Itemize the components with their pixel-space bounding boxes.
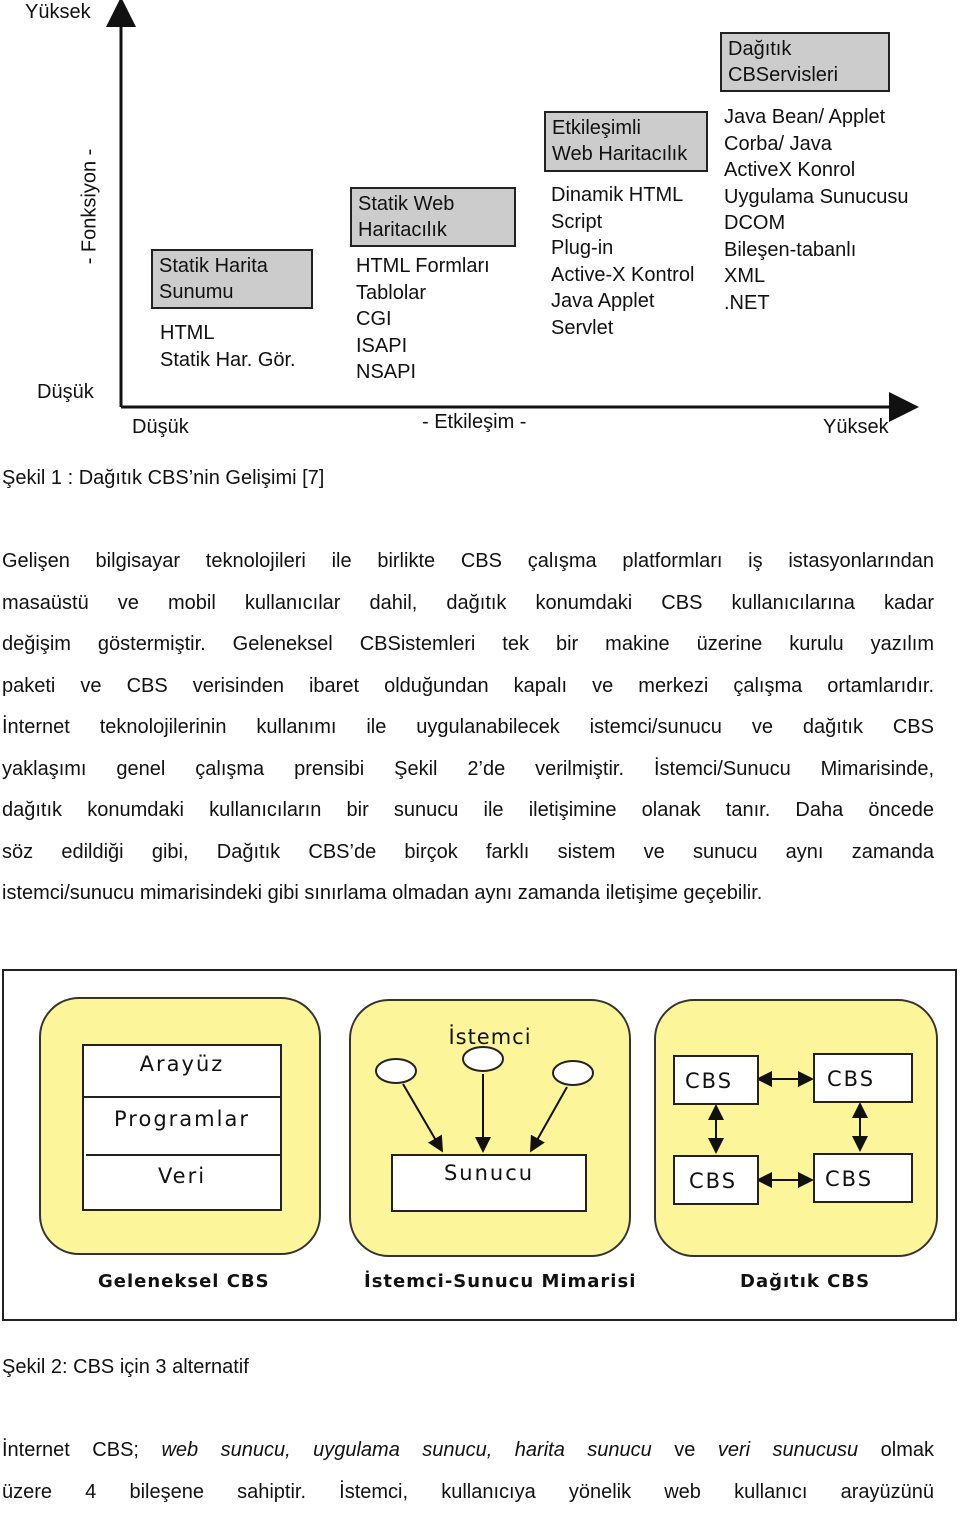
stage-item: Servlet bbox=[551, 315, 694, 342]
stage-item: Java Bean/ Applet bbox=[724, 104, 909, 131]
stage-box-static-web: Statik Web Haritacılık bbox=[350, 187, 516, 247]
panel-label-client-server: İstemci-Sunucu Mimarisi bbox=[364, 1271, 636, 1292]
stage-item: Corba/ Java bbox=[724, 131, 909, 158]
server-label: Sunucu bbox=[444, 1161, 534, 1185]
stage-item: CGI bbox=[356, 306, 490, 333]
stage-item: NSAPI bbox=[356, 359, 490, 386]
client-server-arrows bbox=[349, 999, 631, 1257]
panel-client-server: İstemci Sunucu bbox=[349, 999, 631, 1257]
stage-items-static-map: HTML Statik Har. Gör. bbox=[160, 320, 296, 373]
paragraph-line: paketi ve CBS verisinden ibaret olduğund… bbox=[2, 666, 934, 708]
stage-title-line: Sunumu bbox=[159, 279, 305, 305]
stage-title-line: Haritacılık bbox=[358, 217, 508, 243]
figure-1-caption: Şekil 1 : Dağıtık CBS’nin Gelişimi [7] bbox=[2, 467, 324, 490]
stage-item: Tablolar bbox=[356, 280, 490, 307]
layer-divider bbox=[84, 1096, 280, 1098]
text-run: olmak bbox=[858, 1439, 934, 1461]
stage-title-line: Statik Harita bbox=[159, 253, 305, 279]
stage-title-line: CBServisleri bbox=[728, 62, 882, 88]
layer-stack: Arayüz Programlar Veri bbox=[82, 1044, 282, 1211]
y-axis-high-label: Yüksek bbox=[25, 1, 91, 24]
x-axis-low-label: Düşük bbox=[132, 416, 189, 439]
stage-item: Statik Har. Gör. bbox=[160, 347, 296, 374]
italic-run: web sunucu, uygulama sunucu, harita sunu… bbox=[161, 1439, 651, 1461]
stage-item: Dinamik HTML bbox=[551, 182, 694, 209]
stage-item: DCOM bbox=[724, 210, 909, 237]
stage-item: Uygulama Sunucusu bbox=[724, 184, 909, 211]
stage-item: Plug-in bbox=[551, 235, 694, 262]
paragraph-line: masaüstü ve mobil kullanıcılar dahil, da… bbox=[2, 583, 934, 625]
x-axis-title: - Etkileşim - bbox=[422, 411, 526, 434]
body-paragraph-1: Gelişen bilgisayar teknolojileri ile bir… bbox=[2, 541, 934, 915]
distributed-links bbox=[654, 999, 938, 1257]
gis-node: CBS bbox=[673, 1155, 759, 1205]
gis-node: CBS bbox=[813, 1153, 913, 1203]
client-node-icon bbox=[553, 1061, 593, 1085]
gis-node: CBS bbox=[813, 1053, 913, 1103]
stage-box-distributed-services: Dağıtık CBServisleri bbox=[720, 32, 890, 92]
stage-box-static-map: Statik Harita Sunumu bbox=[151, 249, 313, 309]
request-arrow bbox=[403, 1084, 441, 1149]
stage-items-distributed-services: Java Bean/ Applet Corba/ Java ActiveX Ko… bbox=[724, 104, 909, 316]
panel-label-traditional: Geleneksel CBS bbox=[98, 1271, 270, 1292]
paragraph-line: Gelişen bilgisayar teknolojileri ile bir… bbox=[2, 541, 934, 583]
paragraph-line: istemci/sunucu mimarisindeki gibi sınırl… bbox=[2, 873, 934, 915]
stage-item: Active-X Kontrol bbox=[551, 262, 694, 289]
stage-item: Script bbox=[551, 209, 694, 236]
stage-item: HTML bbox=[160, 320, 296, 347]
stage-item: Bileşen-tabanlı bbox=[724, 237, 909, 264]
body-paragraph-2: İnternet CBS; web sunucu, uygulama sunuc… bbox=[2, 1430, 934, 1513]
paragraph-line: dağıtık konumdaki kullanıcıların bir sun… bbox=[2, 790, 934, 832]
paragraph-line: İnternet teknolojilerinin kullanımı ile … bbox=[2, 707, 934, 749]
panel-distributed-gis: CBS CBS CBS CBS bbox=[654, 999, 938, 1257]
stage-item: ISAPI bbox=[356, 333, 490, 360]
stage-title-line: Web Haritacılık bbox=[552, 141, 700, 167]
layer-divider bbox=[86, 1154, 280, 1156]
text-run: ve bbox=[652, 1439, 718, 1461]
stage-item: .NET bbox=[724, 290, 909, 317]
figure-2-caption: Şekil 2: CBS için 3 alternatif bbox=[2, 1356, 249, 1379]
x-axis-high-label: Yüksek bbox=[823, 416, 889, 439]
stage-item: HTML Formları bbox=[356, 253, 490, 280]
figure-2-architectures: Arayüz Programlar Veri Geleneksel CBS İs… bbox=[2, 969, 957, 1321]
figure-1-evolution-diagram: Yüksek Düşük - Fonksiyon - Düşük - Etkil… bbox=[0, 0, 960, 450]
paragraph-line: değişim göstermiştir. Geleneksel CBSiste… bbox=[2, 624, 934, 666]
panel-label-distributed: Dağıtık CBS bbox=[740, 1271, 870, 1292]
stage-item: XML bbox=[724, 263, 909, 290]
stage-title-line: Statik Web bbox=[358, 191, 508, 217]
layer-data: Veri bbox=[84, 1164, 280, 1188]
paragraph-line: söz edildiği gibi, Dağıtık CBS’de birçok… bbox=[2, 832, 934, 874]
stage-items-static-web: HTML Formları Tablolar CGI ISAPI NSAPI bbox=[356, 253, 490, 386]
italic-run: veri sunucusu bbox=[718, 1439, 858, 1461]
panel-traditional-gis: Arayüz Programlar Veri bbox=[39, 997, 321, 1255]
stage-item: Java Applet bbox=[551, 288, 694, 315]
gis-node: CBS bbox=[673, 1055, 759, 1105]
stage-title-line: Dağıtık bbox=[728, 36, 882, 62]
stage-box-interactive-web: Etkileşimli Web Haritacılık bbox=[544, 111, 708, 172]
client-node-icon bbox=[463, 1047, 503, 1071]
y-axis-title: - Fonksiyon - bbox=[79, 147, 102, 267]
layer-interface: Arayüz bbox=[84, 1052, 280, 1076]
request-arrow bbox=[532, 1087, 567, 1149]
paragraph-line: İnternet CBS; web sunucu, uygulama sunuc… bbox=[2, 1430, 934, 1472]
stage-items-interactive-web: Dinamik HTML Script Plug-in Active-X Kon… bbox=[551, 182, 694, 341]
text-run: İnternet CBS; bbox=[2, 1439, 161, 1461]
paragraph-line: yaklaşımı genel çalışma prensibi Şekil 2… bbox=[2, 749, 934, 791]
layer-programs: Programlar bbox=[84, 1107, 280, 1131]
server-box: Sunucu bbox=[391, 1154, 587, 1212]
stage-title-line: Etkileşimli bbox=[552, 115, 700, 141]
client-node-icon bbox=[376, 1059, 416, 1083]
stage-item: ActiveX Konrol bbox=[724, 157, 909, 184]
y-axis-low-label: Düşük bbox=[37, 381, 94, 404]
